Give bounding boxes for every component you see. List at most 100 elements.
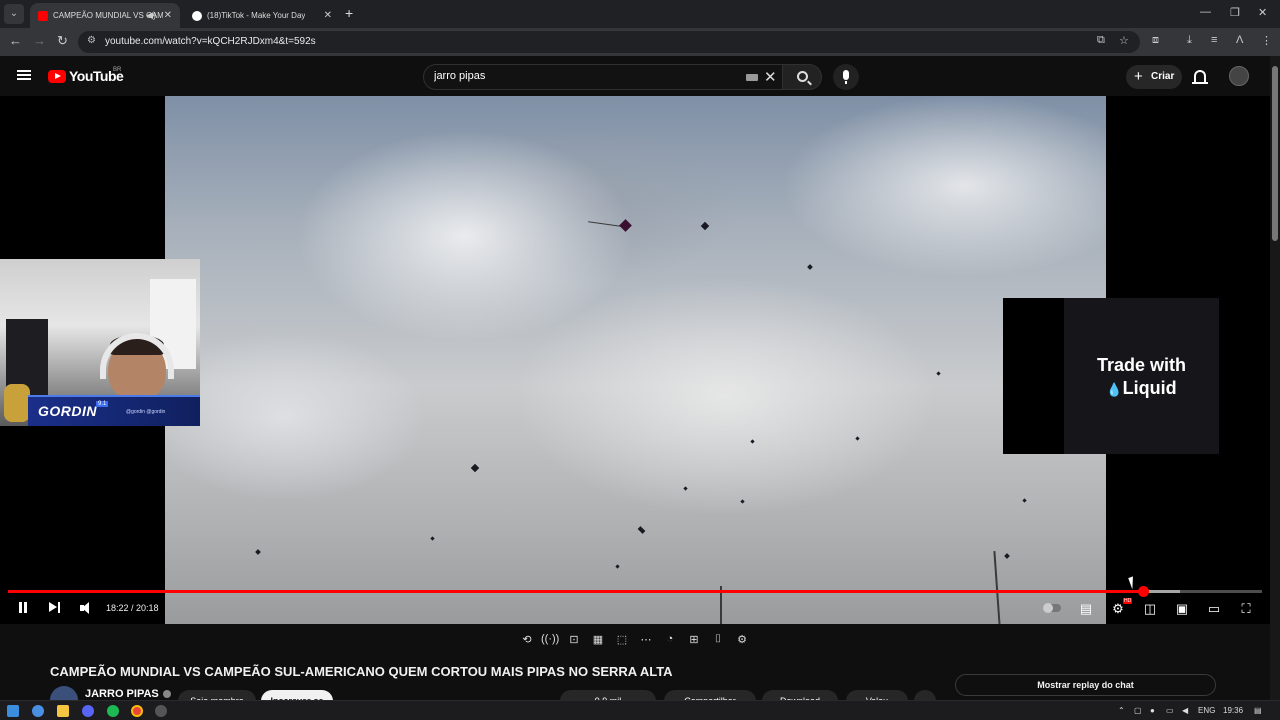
keyboard-icon[interactable] [746, 74, 758, 81]
video-title: CAMPEÃO MUNDIAL VS CAMPEÃO SUL-AMERICANO… [50, 664, 673, 679]
loop-icon[interactable]: ⟲ [518, 633, 536, 649]
show-chat-replay-button[interactable]: Mostrar replay do chat [955, 674, 1216, 696]
ambient-icon[interactable]: ⋯ [637, 633, 655, 649]
search-input[interactable] [434, 70, 724, 82]
scrubber-handle[interactable] [1137, 586, 1149, 597]
next-button[interactable] [48, 600, 62, 616]
channel-name[interactable]: JARRO PIPAS [85, 688, 171, 700]
language-indicator[interactable]: ENG [1198, 706, 1215, 715]
scrollbar-thumb[interactable] [1272, 66, 1278, 241]
restore-icon[interactable]: ❐ [1230, 6, 1240, 19]
site-info-icon[interactable]: ⚙ [87, 35, 96, 46]
close-tab-icon[interactable]: ✕ [164, 3, 172, 28]
screenshot-icon[interactable]: ⌷ [709, 633, 727, 649]
account-avatar[interactable] [1229, 66, 1249, 86]
forward-icon[interactable]: → [33, 33, 46, 48]
notifications-bell-icon[interactable] [1192, 70, 1208, 84]
new-tab-button[interactable]: + [345, 5, 353, 21]
search-button[interactable] [782, 64, 822, 90]
kite [683, 486, 688, 491]
app-icon[interactable] [32, 705, 44, 717]
tiktok-favicon-icon [192, 10, 202, 21]
clear-search-icon[interactable]: ✕ [764, 68, 777, 86]
video-player[interactable]: GORDIN 9.1 @gordin @gordin Trade with 💧L… [0, 96, 1270, 624]
fullscreen-icon[interactable]: ⛶ [1236, 601, 1256, 617]
extensions-icon[interactable]: ⧈ [1152, 34, 1159, 47]
youtube-logo-icon[interactable] [48, 70, 66, 83]
menu-dots-icon[interactable]: ⋮ [1261, 34, 1272, 47]
streamer-tag: 9.1 [96, 401, 109, 407]
region-code: BR [113, 67, 122, 73]
video-frame[interactable] [165, 96, 1106, 624]
notifications-icon[interactable]: ▤ [1254, 706, 1262, 715]
tab-search-button[interactable]: ⌄ [4, 4, 24, 24]
search-icon [797, 71, 808, 82]
kite [855, 436, 860, 441]
speed-icon[interactable]: ◔ [661, 633, 679, 649]
watch [4, 384, 30, 422]
ad-card[interactable]: Trade with 💧Liquid [1064, 298, 1219, 454]
minimize-icon[interactable]: — [1200, 6, 1211, 18]
autoplay-toggle[interactable] [1043, 603, 1061, 613]
obs-icon[interactable] [155, 705, 167, 717]
hd-badge: HD [1123, 598, 1133, 604]
extension-settings-icon[interactable]: ⚙ [733, 633, 751, 649]
drop-icon: 💧 [1106, 382, 1123, 397]
add-icon[interactable]: ⊞ [685, 633, 703, 649]
speaker-icon[interactable]: ◀ [1182, 706, 1188, 715]
resize-icon[interactable]: ⬚ [613, 633, 631, 649]
cinema-icon[interactable]: ▦ [589, 633, 607, 649]
youtube-favicon-icon [38, 10, 48, 21]
channel-name-text: JARRO PIPAS [85, 688, 159, 700]
clock[interactable]: 19:36 [1223, 706, 1243, 715]
volume-icon[interactable] [80, 600, 94, 616]
subtitles-icon[interactable]: ▤ [1076, 601, 1096, 617]
miniplayer-icon[interactable]: ◫ [1140, 601, 1160, 617]
streamer-webcam: GORDIN 9.1 @gordin @gordin [0, 259, 200, 426]
page-scrollbar[interactable] [1270, 56, 1280, 700]
downloads-icon[interactable]: ⤓ [1187, 34, 1192, 47]
create-button[interactable]: + Criar [1126, 65, 1182, 89]
chrome-icon[interactable] [131, 705, 143, 717]
discord-icon[interactable] [82, 705, 94, 717]
progress-bar[interactable] [8, 586, 1262, 597]
windows-taskbar: ⌃ ▢ ● ▭ ◀ ENG 19:36 ▤ [0, 700, 1280, 720]
address-bar[interactable]: ⚙ youtube.com/watch?v=kQCH2RJDxm4&t=592s [78, 31, 1140, 53]
verified-icon [162, 690, 171, 699]
tray-chevron-icon[interactable]: ⌃ [1118, 706, 1125, 715]
search-box[interactable]: ✕ [423, 64, 783, 90]
bookmark-star-icon[interactable]: ☆ [1119, 34, 1129, 47]
kite [430, 536, 435, 541]
microphone-icon[interactable]: ● [1150, 706, 1155, 715]
close-tab-icon[interactable]: ✕ [324, 3, 332, 28]
menu-icon[interactable] [17, 70, 31, 80]
youtube-header: YouTube BR ✕ +Criar [0, 56, 1280, 96]
kite [740, 499, 745, 504]
spotify-icon[interactable] [107, 705, 119, 717]
voice-search-icon[interactable] [833, 64, 859, 90]
file-explorer-icon[interactable] [57, 705, 69, 717]
theater-mode-icon[interactable]: ▭ [1204, 601, 1224, 617]
tab-tiktok[interactable]: (18)TikTok - Make Your Day ✕ [184, 3, 340, 28]
browser-toolbar: ← → ↻ ⚙ youtube.com/watch?v=kQCH2RJDxm4&… [0, 28, 1280, 56]
tray-app-icon[interactable]: ▢ [1134, 706, 1142, 715]
browser-tab-strip: ⌄ CAMPEÃO MUNDIAL VS CAMPEÃO SUL-AMERICA… [0, 0, 1280, 28]
start-icon[interactable] [7, 705, 19, 717]
ad-overlay[interactable]: Trade with 💧Liquid [1003, 298, 1219, 454]
media-controls-icon[interactable]: ≡ [1211, 34, 1217, 46]
pip-icon[interactable]: ▣ [1172, 601, 1192, 617]
close-window-icon[interactable]: ✕ [1258, 6, 1267, 19]
profile-icon[interactable]: Λ [1236, 34, 1243, 46]
back-icon[interactable]: ← [9, 33, 22, 48]
view-icon[interactable]: ⊡ [565, 633, 583, 649]
kite [1004, 553, 1010, 559]
pause-button[interactable] [17, 600, 29, 616]
reload-icon[interactable]: ↻ [57, 33, 68, 49]
network-icon[interactable]: ▭ [1166, 706, 1174, 715]
install-app-icon[interactable]: ⧉ [1097, 34, 1105, 47]
audio-playing-icon[interactable]: ◀) [146, 3, 156, 28]
tab-youtube[interactable]: CAMPEÃO MUNDIAL VS CAMPEÃO SUL-AMERICANO… [30, 3, 180, 28]
broadcast-icon[interactable]: ((·)) [541, 633, 559, 649]
plus-icon: + [1134, 68, 1143, 85]
kite [255, 549, 261, 555]
